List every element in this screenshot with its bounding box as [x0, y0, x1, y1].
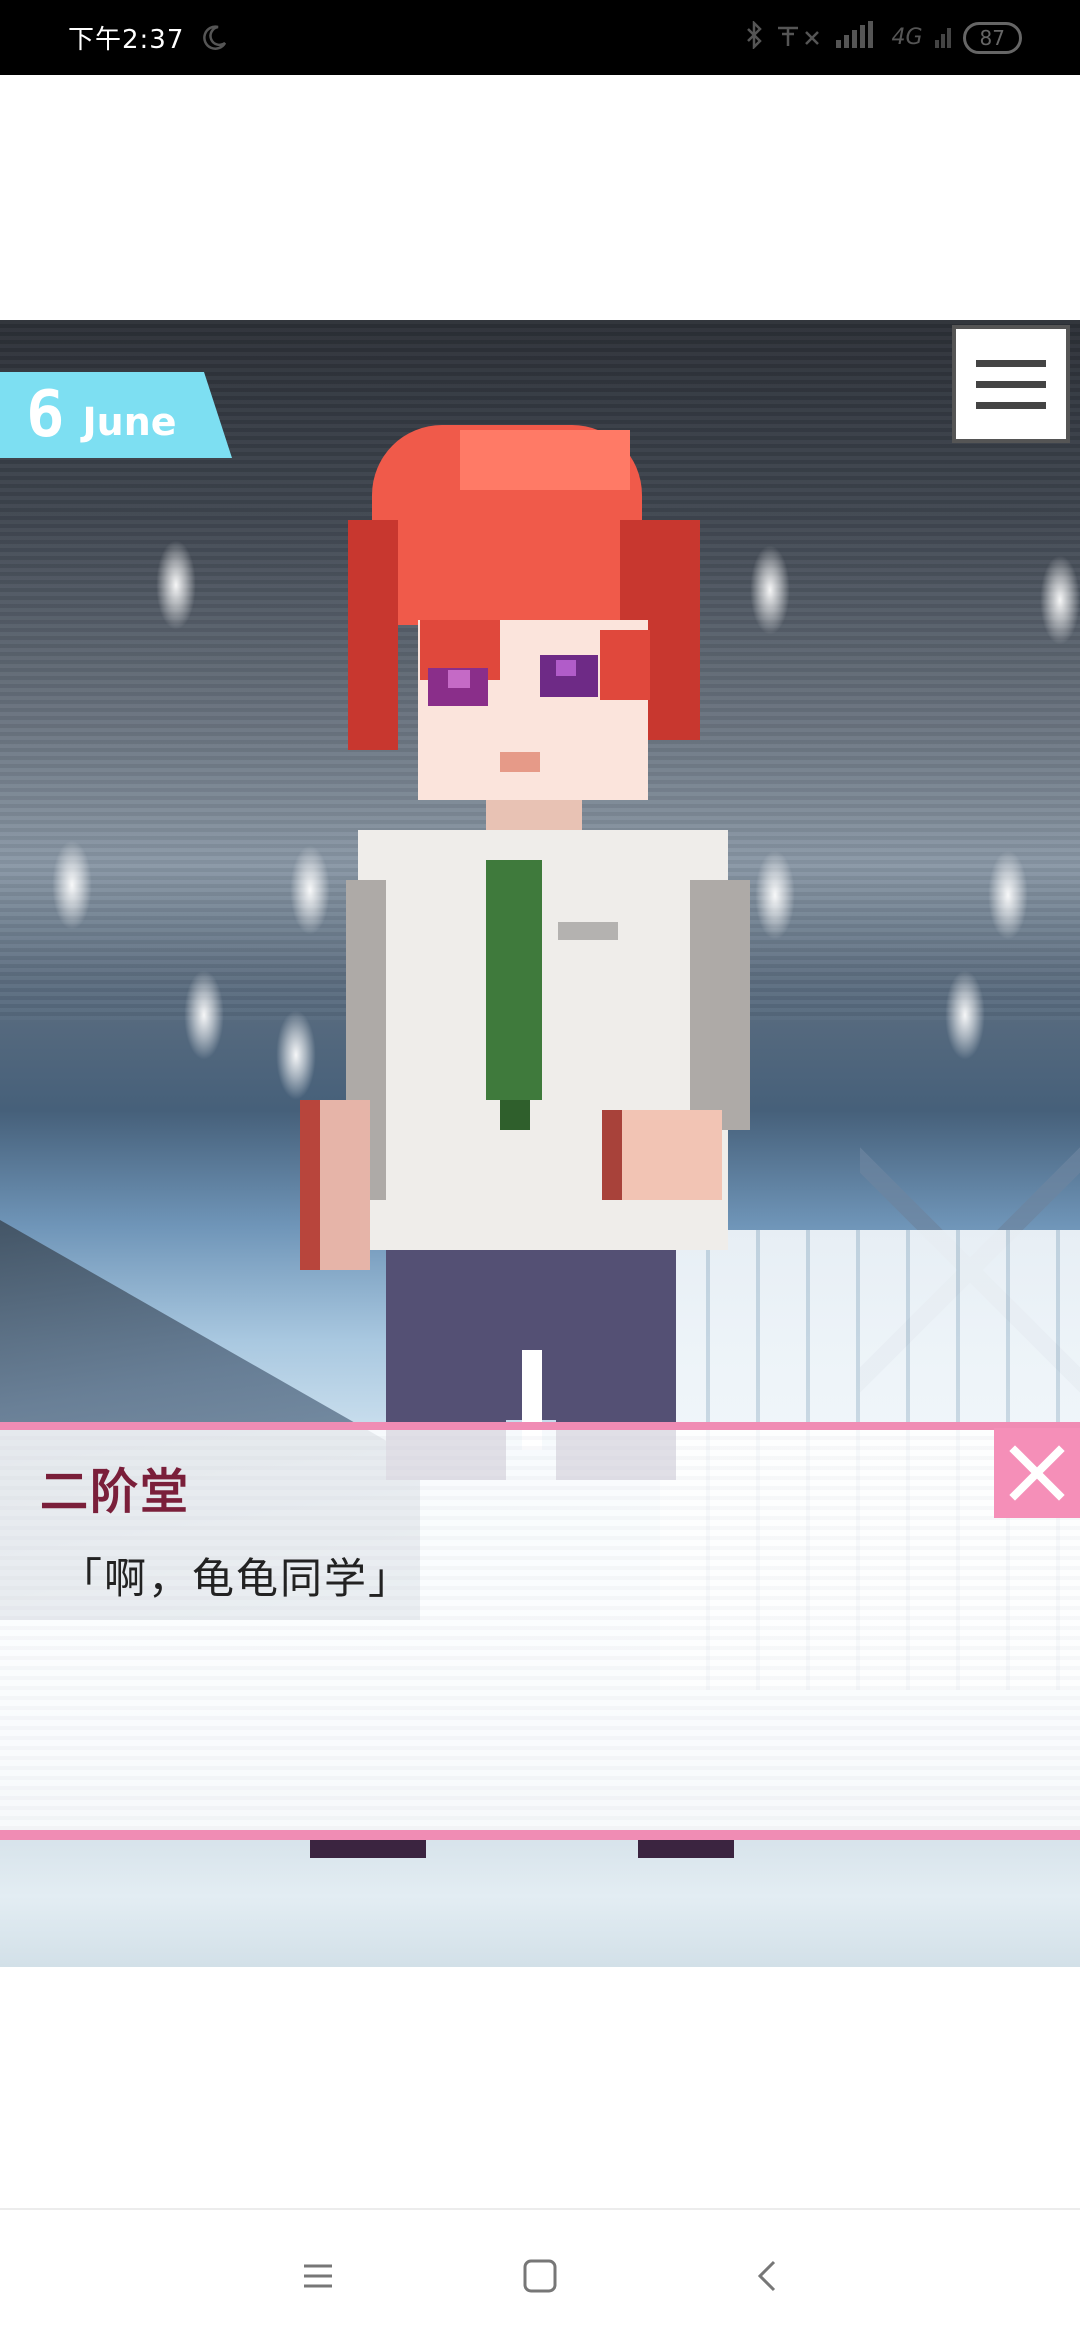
date-day: 6 [26, 378, 65, 452]
signal-icon [832, 20, 882, 56]
menu-button[interactable] [952, 325, 1070, 443]
nav-home-button[interactable] [520, 2256, 560, 2296]
status-left: 下午2:37 [68, 0, 228, 75]
signal-icon-2 [933, 20, 953, 56]
date-ribbon: 6 June [0, 372, 232, 458]
nav-home-icon [523, 2259, 557, 2293]
hamburger-icon-line [976, 401, 1046, 409]
nav-menu-icon [304, 2264, 332, 2288]
hamburger-icon [976, 359, 1046, 367]
status-bar: 下午2:37 4G 87 [0, 0, 1080, 75]
close-icon [1009, 1445, 1065, 1501]
dialogue-text: 「啊，龟龟同学」 [60, 1554, 413, 1603]
date-month: June [82, 400, 177, 444]
system-nav-bar [0, 2208, 1080, 2342]
dialogue-box[interactable]: 二阶堂 「啊，龟龟同学」 [0, 1422, 1080, 1840]
status-right: 4G 87 [744, 0, 1022, 75]
nav-back-button[interactable] [748, 2256, 788, 2296]
close-dialogue-button[interactable] [994, 1428, 1080, 1518]
bluetooth-icon [744, 19, 766, 55]
nav-back-icon [757, 2260, 776, 2292]
wifi-icon [776, 22, 822, 54]
nav-menu-button[interactable] [298, 2256, 338, 2296]
network-type: 4G [891, 25, 923, 50]
status-time: 下午2:37 [68, 25, 185, 55]
hamburger-icon-line [976, 380, 1046, 388]
speaker-name: 二阶堂 [40, 1464, 191, 1520]
moon-icon [200, 24, 228, 52]
battery-indicator: 87 [962, 21, 1022, 54]
